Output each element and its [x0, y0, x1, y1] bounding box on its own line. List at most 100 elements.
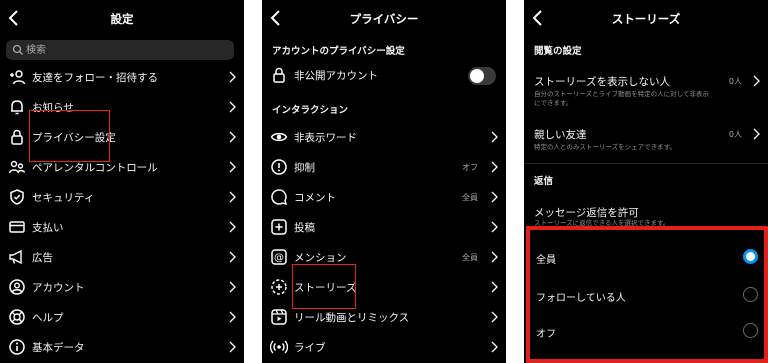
section-divider: [524, 163, 768, 164]
chevron-right-icon: [491, 161, 498, 173]
stories-screen: ストーリーズ 閲覧の設定 ストーリーズを表示しない人 自分のストーリーズとライブ…: [524, 0, 768, 363]
account-circle-icon: [9, 279, 25, 295]
comment-icon: [271, 189, 288, 206]
menu-item-payments[interactable]: 支払い: [0, 213, 244, 241]
menu-item-value: 全員: [462, 193, 478, 202]
section-header-interaction: インタラクション: [272, 105, 349, 116]
menu-item-label: 支払い: [32, 222, 64, 234]
menu-item-account[interactable]: アカウント: [0, 273, 244, 301]
menu-item-label: ペアレンタルコントロール: [32, 162, 158, 174]
private-account-label: 非公開アカウント: [294, 70, 378, 82]
menu-item-label: コメント: [294, 192, 336, 204]
section-header-replies: 返信: [534, 176, 554, 187]
menu-item-hidden-words[interactable]: 非表示ワード: [262, 123, 506, 151]
svg-text:@: @: [274, 253, 284, 264]
menu-item-label: 基本データ: [32, 342, 85, 354]
menu-item-comments[interactable]: コメント 全員: [262, 183, 506, 211]
setting-value: 0人: [728, 130, 742, 139]
setting-value: 0人: [728, 77, 742, 86]
chevron-right-icon: [491, 221, 498, 233]
menu-item-label: 抑制: [294, 162, 315, 174]
reels-icon: [271, 309, 287, 325]
add-person-icon: [10, 70, 26, 85]
menu-item-restrict[interactable]: 抑制 オフ: [262, 153, 506, 181]
bell-icon: [11, 100, 23, 115]
settings-header: 設定: [0, 0, 244, 38]
menu-item-label: メンション: [294, 252, 347, 264]
section-header-viewing: 閲覧の設定: [534, 46, 582, 57]
eye-icon: [270, 132, 288, 142]
private-account-row[interactable]: 非公開アカウント: [262, 61, 506, 89]
menu-item-follow-invite[interactable]: 友達をフォロー・招待する: [0, 63, 244, 91]
chevron-right-icon: [229, 341, 236, 353]
highlight-box-privacy: [29, 110, 110, 162]
menu-item-help[interactable]: ヘルプ: [0, 303, 244, 331]
menu-item-label: 投稿: [294, 222, 315, 234]
plus-square-icon: [271, 219, 287, 235]
settings-screen: 設定 友達をフォロー・招待する お知らせ プライバシー設定 ペアレンタルコントロ…: [0, 0, 244, 363]
menu-item-value: 全員: [462, 253, 478, 262]
chevron-right-icon: [491, 311, 498, 323]
chevron-right-icon: [229, 161, 236, 173]
toggle-knob: [470, 69, 484, 83]
menu-item-label: ライブ: [294, 342, 326, 354]
hide-story-from-row[interactable]: ストーリーズを表示しない人 自分のストーリーズとライブ動画を特定の人に対して非表…: [524, 74, 768, 114]
info-icon: [9, 339, 25, 355]
menu-item-label: セキュリティ: [32, 192, 95, 204]
chevron-right-icon: [229, 71, 236, 83]
chevron-right-icon: [491, 281, 498, 293]
menu-item-ads[interactable]: 広告: [0, 243, 244, 271]
chevron-right-icon: [229, 191, 236, 203]
setting-title: ストーリーズを表示しない人: [534, 76, 670, 88]
card-icon: [9, 221, 25, 233]
close-friends-row[interactable]: 親しい友達 特定の人とのみストーリーズをシェアできます。 0人: [524, 127, 768, 157]
highlight-box-reply-options: [526, 226, 768, 363]
search-icon: [12, 44, 23, 55]
menu-item-label: 非表示ワード: [294, 132, 357, 144]
highlight-box-stories: [292, 264, 356, 309]
lifebuoy-icon: [9, 309, 25, 325]
setting-title: メッセージ返信を許可: [534, 207, 639, 219]
menu-item-security[interactable]: セキュリティ: [0, 183, 244, 211]
family-icon: [8, 160, 26, 174]
page-title: 設定: [110, 12, 134, 26]
search-input[interactable]: [26, 42, 226, 58]
menu-item-label: ヘルプ: [32, 312, 64, 324]
chevron-right-icon: [753, 75, 760, 87]
setting-description: 特定の人とのみストーリーズをシェアできます。: [534, 143, 676, 151]
lock-icon: [11, 129, 23, 145]
menu-item-about[interactable]: 基本データ: [0, 333, 244, 361]
setting-title: 親しい友達: [534, 129, 587, 141]
search-bar[interactable]: [6, 40, 234, 60]
chevron-right-icon: [491, 131, 498, 143]
at-sign-icon: @: [271, 249, 287, 265]
chevron-right-icon: [491, 251, 498, 263]
menu-item-label: 広告: [32, 252, 53, 264]
page-title: プライバシー: [349, 12, 419, 26]
section-header-account-privacy: アカウントのプライバシー設定: [272, 46, 405, 57]
lock-icon: [273, 67, 285, 83]
live-broadcast-icon: [270, 340, 288, 354]
chevron-right-icon: [229, 311, 236, 323]
megaphone-icon: [9, 249, 22, 265]
menu-item-label: アカウント: [32, 282, 85, 294]
menu-item-label: リール動画とリミックス: [294, 312, 410, 324]
chevron-right-icon: [491, 341, 498, 353]
story-add-icon: [271, 279, 287, 295]
alert-circle-icon: [271, 159, 287, 175]
private-account-toggle[interactable]: [468, 67, 496, 85]
setting-description: 自分のストーリーズとライブ動画を特定の人に対して非表示にできます。: [534, 90, 709, 107]
chevron-right-icon: [753, 128, 760, 140]
chevron-right-icon: [229, 131, 236, 143]
chevron-right-icon: [229, 221, 236, 233]
privacy-header: プライバシー: [262, 0, 506, 38]
menu-item-live[interactable]: ライブ: [262, 333, 506, 361]
stories-header: ストーリーズ: [524, 0, 768, 38]
privacy-screen: プライバシー アカウントのプライバシー設定 非公開アカウント インタラクション …: [262, 0, 506, 363]
menu-item-posts[interactable]: 投稿: [262, 213, 506, 241]
chevron-right-icon: [229, 251, 236, 263]
chevron-right-icon: [229, 281, 236, 293]
chevron-right-icon: [229, 101, 236, 113]
chevron-right-icon: [491, 191, 498, 203]
menu-item-value: オフ: [462, 163, 478, 172]
